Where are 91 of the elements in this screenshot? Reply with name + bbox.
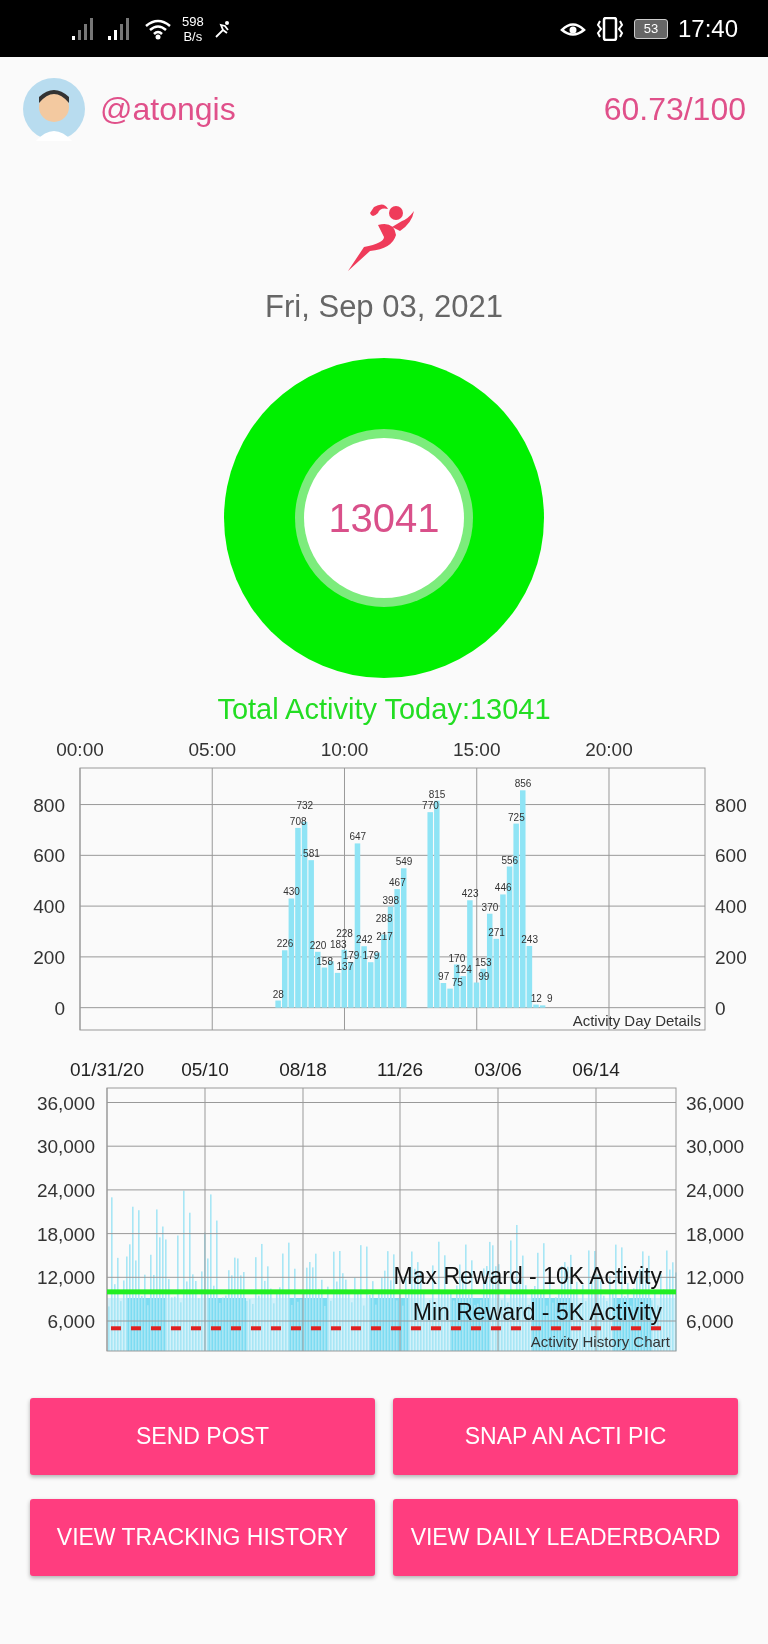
value-label: 179 xyxy=(362,950,380,962)
axis-label: 18,000 xyxy=(686,1223,745,1245)
value-label: 446 xyxy=(494,882,512,894)
network-unit: B/s xyxy=(183,28,203,44)
axis-label: 30,000 xyxy=(36,1136,95,1158)
value-label: 398 xyxy=(382,894,400,906)
value-label: 856 xyxy=(514,778,532,790)
axis-label: 05/10 xyxy=(181,1059,229,1080)
chart-title: Activity History Chart xyxy=(530,1333,670,1350)
value-label: 770 xyxy=(422,800,439,812)
axis-label: 24,000 xyxy=(36,1179,95,1201)
axis-label: 400 xyxy=(715,896,747,918)
username: @atongis xyxy=(100,90,237,128)
action-button[interactable]: SEND POST xyxy=(30,1398,375,1475)
value-label: 243 xyxy=(521,933,538,945)
value-label: 732 xyxy=(296,799,314,811)
value-label: 647 xyxy=(349,831,367,843)
axis-label: 12,000 xyxy=(36,1267,95,1289)
value-label: 430 xyxy=(283,886,300,898)
value-label: 370 xyxy=(481,901,499,913)
line-label: Max Reward - 10K Activity xyxy=(393,1262,662,1289)
axis-label: 200 xyxy=(715,946,747,968)
value-label: 708 xyxy=(289,815,307,827)
value-label: 288 xyxy=(375,912,393,924)
value-label: 183 xyxy=(329,939,347,951)
axis-label: 24,000 xyxy=(686,1179,745,1201)
ring-value: 13041 xyxy=(328,496,440,540)
value-label: 9 xyxy=(547,993,553,1005)
value-label: 242 xyxy=(356,934,373,946)
total-activity: Total Activity Today:13041 xyxy=(217,693,551,726)
axis-label: 05:00 xyxy=(188,739,236,760)
value-label: 549 xyxy=(395,856,413,868)
action-button[interactable]: VIEW TRACKING HISTORY xyxy=(30,1499,375,1576)
value-label: 170 xyxy=(448,952,466,964)
axis-label: 6,000 xyxy=(686,1311,734,1332)
wifi-icon xyxy=(144,17,172,40)
axis-label: 200 xyxy=(33,946,65,968)
date: Fri, Sep 03, 2021 xyxy=(265,289,503,325)
value-label: 220 xyxy=(309,939,327,951)
axis-label: 36,000 xyxy=(36,1092,95,1114)
axis-label: 20:00 xyxy=(585,739,633,760)
axis-label: 06/14 xyxy=(572,1059,620,1080)
action-button[interactable]: SNAP AN ACTI PIC xyxy=(393,1398,738,1475)
axis-label: 0 xyxy=(715,997,726,1019)
value-label: 228 xyxy=(336,927,353,939)
axis-label: 800 xyxy=(715,794,747,816)
value-label: 124 xyxy=(455,964,472,976)
axis-label: 03/06 xyxy=(474,1059,522,1080)
value-label: 153 xyxy=(475,956,492,968)
value-label: 217 xyxy=(376,930,393,942)
value-label: 97 xyxy=(438,971,450,983)
axis-label: 00:00 xyxy=(56,739,104,760)
axis-label: 600 xyxy=(33,845,65,867)
axis-label: 36,000 xyxy=(686,1092,745,1114)
axis-label: 600 xyxy=(715,845,747,867)
value-label: 467 xyxy=(389,877,406,889)
value-label: 179 xyxy=(342,950,360,962)
axis-label: 08/18 xyxy=(279,1059,327,1080)
line-label: Min Reward - 5K Activity xyxy=(412,1299,662,1326)
axis-label: 12,000 xyxy=(686,1267,745,1289)
score: 60.73/100 xyxy=(603,90,746,128)
network-speed: 598 xyxy=(182,13,204,29)
value-label: 137 xyxy=(336,960,354,972)
axis-label: 400 xyxy=(33,896,65,918)
clock: 17:40 xyxy=(677,14,738,43)
axis-label: 30,000 xyxy=(686,1136,745,1158)
axis-label: 18,000 xyxy=(36,1223,95,1245)
axis-label: 10:00 xyxy=(320,739,369,760)
axis-label: 6,000 xyxy=(47,1311,95,1332)
value-label: 581 xyxy=(303,848,320,860)
value-label: 75 xyxy=(451,976,463,988)
axis-label: 800 xyxy=(33,794,65,816)
value-label: 99 xyxy=(478,970,490,982)
action-button[interactable]: VIEW DAILY LEADERBOARD xyxy=(393,1499,738,1576)
value-label: 12 xyxy=(530,992,542,1004)
axis-label: 11/26 xyxy=(376,1059,424,1080)
value-label: 28 xyxy=(272,988,284,1000)
value-label: 725 xyxy=(508,811,525,823)
value-label: 271 xyxy=(488,926,505,938)
avatar xyxy=(22,77,86,141)
vibrate-icon xyxy=(595,16,624,41)
battery-icon: 53 xyxy=(633,18,668,39)
chart-title: Activity Day Details xyxy=(572,1012,701,1029)
value-label: 226 xyxy=(276,938,294,950)
value-label: 556 xyxy=(501,854,519,866)
axis-label: 01/31/20 xyxy=(70,1059,144,1080)
value-label: 423 xyxy=(461,888,479,900)
axis-label: 15:00 xyxy=(452,739,501,760)
value-label: 158 xyxy=(316,955,333,967)
value-label: 815 xyxy=(428,788,446,800)
axis-label: 0 xyxy=(54,997,65,1019)
